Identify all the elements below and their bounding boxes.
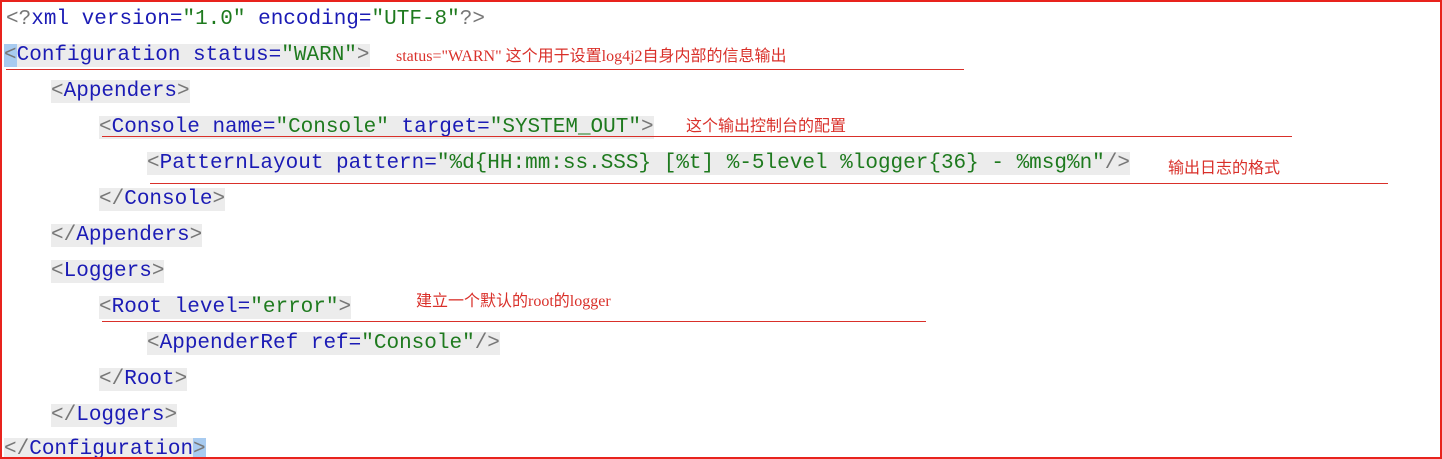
console-open-line[interactable]: <Console name="Console" target="SYSTEM_O… xyxy=(99,111,654,145)
configuration-open-line[interactable]: <Configuration status="WARN"> xyxy=(4,39,370,73)
appender-ref-tag: AppenderRef xyxy=(159,332,299,355)
appenders-tag: Appenders xyxy=(63,80,178,103)
pattern-underline xyxy=(150,183,1388,184)
root-close-tag: Root xyxy=(124,368,175,391)
bracket-match-open: < xyxy=(4,44,17,67)
pattern-layout-line[interactable]: <PatternLayout pattern="%d{HH:mm:ss.SSS}… xyxy=(147,147,1131,181)
xml-editor[interactable]: <?xml version="1.0" encoding="UTF-8"?> <… xyxy=(0,0,1442,459)
loggers-close-tag: Loggers xyxy=(76,404,165,427)
level-value: "error" xyxy=(250,296,339,319)
pattern-attr: pattern xyxy=(336,152,425,175)
appender-ref-line[interactable]: <AppenderRef ref="Console"/> xyxy=(147,327,500,361)
ref-value: "Console" xyxy=(361,332,475,355)
appenders-close-tag: Appenders xyxy=(76,224,190,247)
pi-close: ?> xyxy=(459,8,485,31)
configuration-tag: Configuration xyxy=(16,44,181,67)
loggers-open-line[interactable]: <Loggers> xyxy=(51,255,165,289)
root-open-line[interactable]: <Root level="error"> xyxy=(99,291,352,325)
status-value: "WARN" xyxy=(281,44,357,67)
root-close-line[interactable]: </Root> xyxy=(99,363,188,397)
configuration-close-line[interactable]: </Configuration> xyxy=(4,433,206,459)
appenders-open-line[interactable]: <Appenders> xyxy=(51,75,190,109)
encoding-attr: encoding xyxy=(258,8,359,31)
status-annotation: status="WARN" 这个用于设置log4j2自身内部的信息输出 xyxy=(396,48,787,65)
loggers-close-line[interactable]: </Loggers> xyxy=(51,399,178,433)
root-annotation: 建立一个默认的root的logger xyxy=(416,293,611,310)
pattern-value: "%d{HH:mm:ss.SSS} [%t] %-5level %logger{… xyxy=(436,152,1105,175)
level-attr: level xyxy=(174,296,238,319)
console-close-line[interactable]: </Console> xyxy=(99,183,226,217)
status-attr: status xyxy=(193,44,269,67)
ref-attr: ref xyxy=(310,332,349,355)
console-annotation: 这个输出控制台的配置 xyxy=(686,118,847,135)
version-attr: version xyxy=(81,8,170,31)
appenders-close-line[interactable]: </Appenders> xyxy=(51,219,203,253)
configuration-close-tag: Configuration xyxy=(29,438,194,459)
console-underline xyxy=(102,136,1292,137)
encoding-value: "UTF-8" xyxy=(371,8,460,31)
root-tag: Root xyxy=(111,296,163,319)
loggers-tag: Loggers xyxy=(63,260,152,283)
pattern-layout-tag: PatternLayout xyxy=(159,152,324,175)
xml-declaration-line[interactable]: <?xml version="1.0" encoding="UTF-8"?> xyxy=(6,3,485,37)
pi-name: xml xyxy=(31,8,70,31)
status-underline xyxy=(6,69,964,70)
console-close-tag: Console xyxy=(124,188,213,211)
version-value: "1.0" xyxy=(182,8,246,31)
pi-open: <? xyxy=(6,8,32,31)
pattern-annotation: 输出日志的格式 xyxy=(1168,160,1281,177)
root-underline xyxy=(102,321,926,322)
bracket-match-close: > xyxy=(193,438,206,459)
